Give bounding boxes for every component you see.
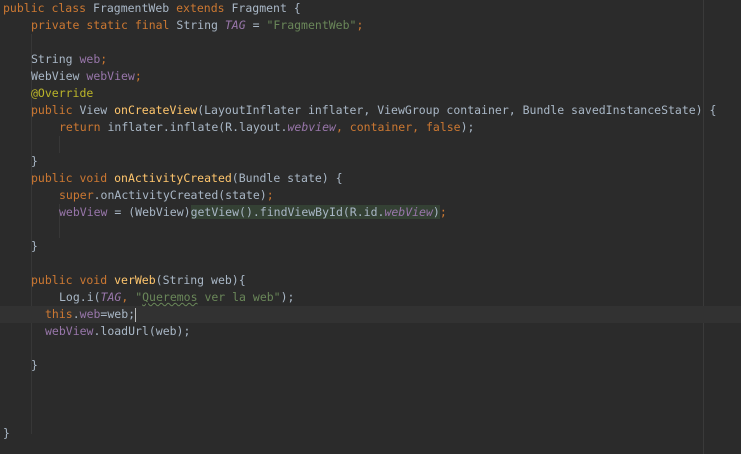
method-name: onCreateView xyxy=(114,103,198,117)
semicolon: ; xyxy=(100,52,108,66)
code-line[interactable]: return inflater.inflate(R.layout.webview… xyxy=(59,119,474,136)
method-call: inflater.inflate(R.layout. xyxy=(107,120,288,134)
code-line[interactable]: this.web=web; xyxy=(45,306,137,323)
method-name: onActivityCreated xyxy=(114,171,232,185)
semicolon: ; xyxy=(356,18,364,32)
class-name: Fragment { xyxy=(231,1,301,15)
keyword: public class xyxy=(3,1,94,15)
type-name: String xyxy=(31,52,80,66)
code-line[interactable]: webView = (WebView)getView().findViewByI… xyxy=(59,204,447,221)
constant-name: TAG xyxy=(100,290,122,304)
keyword: extends xyxy=(176,1,232,15)
keyword: this xyxy=(45,307,73,321)
parameters: (LayoutInflater inflater, ViewGroup cont… xyxy=(197,103,717,117)
type-name: WebView xyxy=(31,69,87,83)
closing-paren: ); xyxy=(460,120,475,134)
method-call: .onActivityCreated(state) xyxy=(93,188,267,202)
dot: . xyxy=(72,307,80,321)
type-name: String xyxy=(176,18,225,32)
arguments: , container, xyxy=(335,120,426,134)
parameters: (Bundle state) { xyxy=(231,171,343,185)
closing-brace: } xyxy=(31,358,38,372)
redundant-cast-highlight: getView().findViewById(R.id. xyxy=(190,205,385,219)
spelling-warning: Queremos xyxy=(142,290,198,304)
field-name: webView xyxy=(384,205,433,219)
closing-brace: } xyxy=(3,426,10,440)
string-literal: "FragmentWeb" xyxy=(266,18,357,32)
code-line[interactable]: } xyxy=(31,238,38,255)
keyword: public xyxy=(31,103,80,117)
field-name: webView xyxy=(45,324,94,338)
keyword: return xyxy=(59,120,108,134)
closing-brace: } xyxy=(31,154,38,168)
code-line[interactable]: private static final String TAG = "Fragm… xyxy=(31,17,363,34)
right-margin-guide xyxy=(703,0,704,454)
code-editor[interactable]: public class FragmentWeb extends Fragmen… xyxy=(0,0,741,454)
code-line[interactable]: public View onCreateView(LayoutInflater … xyxy=(31,102,716,119)
keyword: false xyxy=(425,120,461,134)
code-line[interactable]: Log.i(TAG, "Queremos ver la web"); xyxy=(59,289,294,306)
closing-paren: ); xyxy=(280,290,295,304)
closing-paren: ) xyxy=(432,205,440,219)
code-line[interactable]: public void onActivityCreated(Bundle sta… xyxy=(31,170,343,187)
keyword: super xyxy=(59,188,94,202)
field-name: webView xyxy=(86,69,135,83)
indent-guide xyxy=(59,136,60,153)
code-line[interactable]: webView.loadUrl(web); xyxy=(45,323,190,340)
semicolon: ; xyxy=(266,188,274,202)
method-name: verWeb xyxy=(114,273,156,287)
code-line[interactable]: public void verWeb(String web){ xyxy=(31,272,246,289)
keyword: public void xyxy=(31,273,115,287)
code-line[interactable]: super.onActivityCreated(state); xyxy=(59,187,274,204)
annotation: @Override xyxy=(31,86,94,100)
operator: = xyxy=(245,18,267,32)
code-line[interactable]: WebView webView; xyxy=(31,68,142,85)
type-name: View xyxy=(79,103,115,117)
field-name: webView xyxy=(59,205,108,219)
field-name: web xyxy=(79,307,101,321)
semicolon: ; xyxy=(439,205,447,219)
string-literal: ver la web" xyxy=(197,290,281,304)
code-line[interactable]: @Override xyxy=(31,85,93,102)
cast-expression: = (WebView) xyxy=(107,205,191,219)
code-line[interactable]: String web; xyxy=(31,51,107,68)
assignment: =web; xyxy=(100,307,136,321)
field-name: web xyxy=(79,52,101,66)
code-line[interactable]: public class FragmentWeb extends Fragmen… xyxy=(3,0,301,17)
text-caret xyxy=(135,307,137,322)
closing-brace: } xyxy=(31,239,38,253)
code-line[interactable]: } xyxy=(3,425,10,442)
semicolon: ; xyxy=(134,69,142,83)
keyword: public void xyxy=(31,171,115,185)
constant-name: TAG xyxy=(224,18,246,32)
code-line[interactable]: } xyxy=(31,357,38,374)
field-name: webview xyxy=(287,120,336,134)
method-call: Log.i( xyxy=(59,290,101,304)
class-name: FragmentWeb xyxy=(93,1,177,15)
code-line[interactable]: } xyxy=(31,153,38,170)
method-call: .loadUrl(web); xyxy=(93,324,191,338)
keyword: private static final xyxy=(31,18,177,32)
parameters: (String web){ xyxy=(155,273,246,287)
comma: , xyxy=(121,290,136,304)
